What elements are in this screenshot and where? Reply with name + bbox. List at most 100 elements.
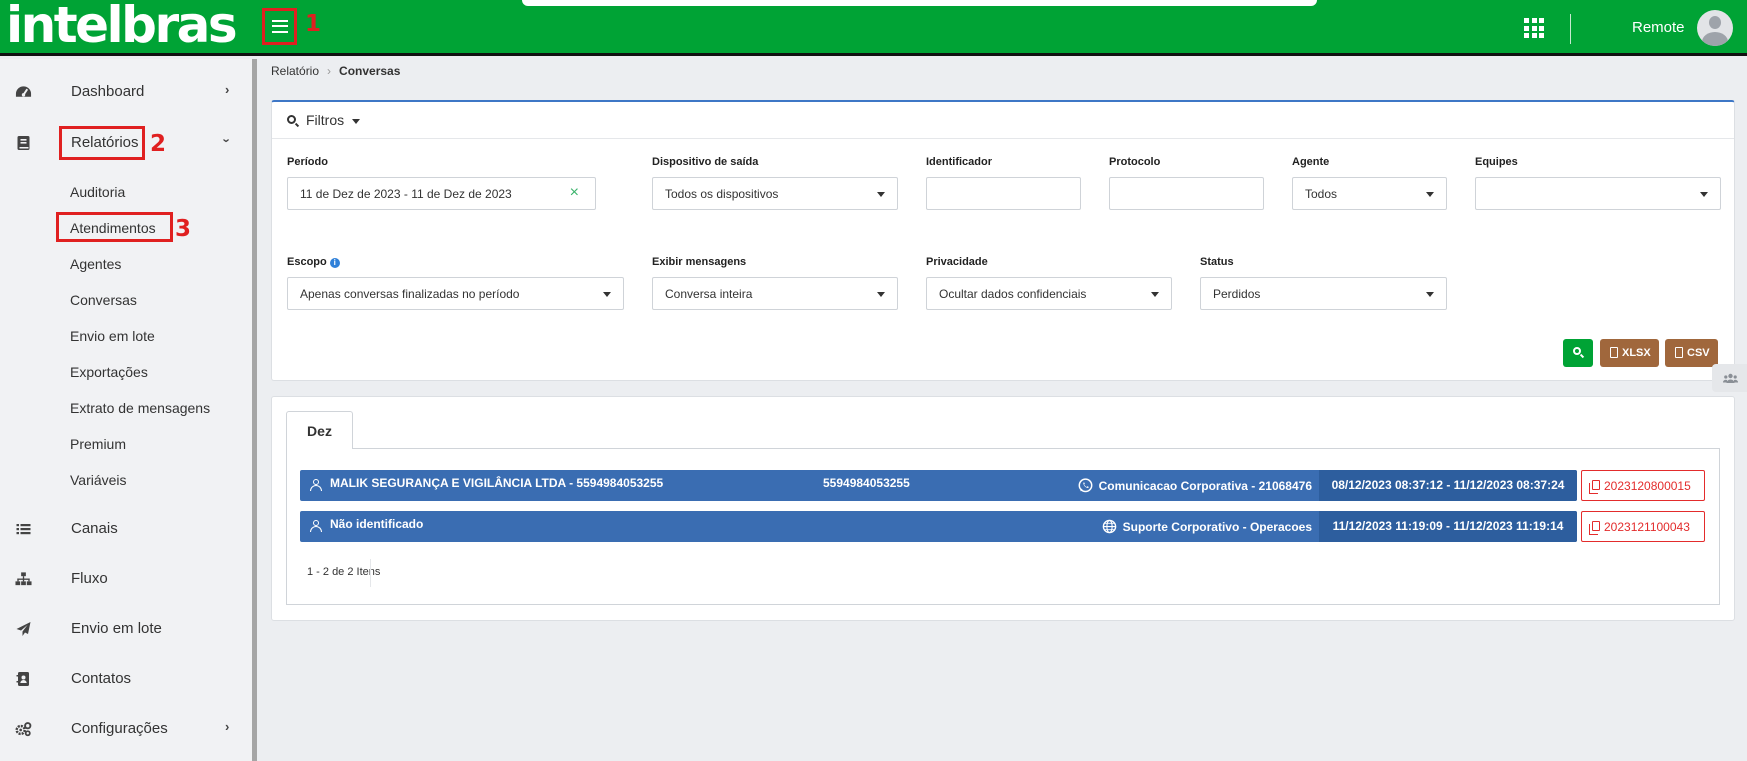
escopo-label: Escopo i	[287, 256, 340, 268]
top-divider	[1570, 14, 1571, 44]
copy-icon	[1589, 521, 1600, 535]
file-excel-icon	[1610, 347, 1618, 358]
chevron-right-icon: ›	[225, 719, 230, 734]
sidebar-item-canais[interactable]: Canais	[0, 514, 252, 544]
sidebar-item-label: Fluxo	[71, 570, 108, 587]
user-icon	[310, 479, 322, 491]
cogs-icon	[15, 722, 32, 737]
protocol-button[interactable]: 2023120800015	[1581, 470, 1705, 501]
sidebar-item-label: Dashboard	[71, 83, 145, 100]
intelbras-logo[interactable]: intelbras	[6, 0, 238, 53]
sidebar-item-fluxo[interactable]: Fluxo	[0, 564, 252, 594]
sidebar-item-dashboard[interactable]: Dashboard ›	[0, 77, 252, 107]
protocol-value: 2023121100043	[1604, 520, 1690, 534]
caret-down-icon	[1426, 292, 1434, 297]
search-button[interactable]	[1563, 339, 1593, 367]
equipes-select[interactable]	[1475, 177, 1721, 210]
info-icon[interactable]: i	[329, 258, 340, 268]
breadcrumb-parent[interactable]: Relatório	[271, 64, 319, 78]
export-csv-label: CSV	[1687, 347, 1710, 359]
paper-plane-icon	[16, 622, 31, 636]
escopo-value: Apenas conversas finalizadas no período	[300, 287, 520, 301]
sidebar-item-envio-em-lote[interactable]: Envio em lote	[0, 614, 252, 644]
sidebar-item-contatos[interactable]: Contatos	[0, 664, 252, 694]
filters-title: Filtros	[306, 112, 361, 128]
avatar[interactable]	[1697, 10, 1733, 46]
sidebar-item-label: Envio em lote	[71, 620, 162, 637]
status-value: Perdidos	[1213, 287, 1261, 301]
privacidade-select[interactable]: Ocultar dados confidenciais	[926, 277, 1172, 310]
filters-panel: Filtros Período 11 de Dez de 2023 - 11 d…	[271, 100, 1735, 381]
clear-icon[interactable]: ×	[570, 184, 579, 202]
conversation-row[interactable]: MALIK SEGURANÇA E VIGILÂNCIA LTDA - 5594…	[300, 470, 1577, 501]
dispositivo-value: Todos os dispositivos	[665, 187, 779, 201]
periodo-value: 11 de Dez de 2023 - 11 de Dez de 2023	[300, 187, 512, 201]
conversation-row[interactable]: Não identificado Suporte Corporativo - O…	[300, 511, 1577, 542]
conversation-channel: Comunicacao Corporativa - 21068476	[1078, 478, 1312, 493]
sidebar-item-configuracoes[interactable]: Configurações ›	[0, 714, 252, 744]
sidebar-subitem-exportacoes[interactable]: Exportações	[70, 364, 148, 380]
copy-icon	[1589, 480, 1600, 494]
tab-panel-dez: MALIK SEGURANÇA E VIGILÂNCIA LTDA - 5594…	[286, 448, 1720, 605]
export-xlsx-button[interactable]: XLSX	[1600, 339, 1659, 367]
annotation-box-relatorios	[59, 126, 145, 160]
agente-label: Agente	[1292, 156, 1330, 168]
breadcrumb-separator: ›	[327, 64, 332, 78]
address-book-icon	[16, 672, 29, 686]
agente-select[interactable]: Todos	[1292, 177, 1447, 210]
globe-icon	[1102, 519, 1116, 534]
exibir-mensagens-select[interactable]: Conversa inteira	[652, 277, 898, 310]
pagination-divider	[370, 559, 371, 587]
dispositivo-select[interactable]: Todos os dispositivos	[652, 177, 898, 210]
menu-toggle-button[interactable]	[262, 8, 297, 45]
identificador-input[interactable]	[926, 177, 1081, 210]
protocol-button[interactable]: 2023121100043	[1581, 511, 1705, 542]
caret-down-icon	[1700, 192, 1708, 197]
protocolo-input[interactable]	[1109, 177, 1264, 210]
conversation-contact-name: MALIK SEGURANÇA E VIGILÂNCIA LTDA - 5594…	[330, 476, 664, 490]
protocolo-label: Protocolo	[1109, 156, 1161, 168]
caret-down-icon	[1426, 192, 1434, 197]
privacidade-value: Ocultar dados confidenciais	[939, 287, 1087, 301]
status-select[interactable]: Perdidos	[1200, 277, 1447, 310]
exibir-mensagens-label: Exibir mensagens	[652, 256, 747, 268]
sidebar-subitem-extrato-de-mensagens[interactable]: Extrato de mensagens	[70, 400, 210, 416]
user-icon	[310, 520, 322, 532]
periodo-label: Período	[287, 156, 328, 168]
escopo-select[interactable]: Apenas conversas finalizadas no período	[287, 277, 624, 310]
conversation-channel-name: Comunicacao Corporativa - 21068476	[1098, 478, 1312, 493]
annotation-2: 2	[150, 131, 167, 157]
periodo-date-range-input[interactable]: 11 de Dez de 2023 - 11 de Dez de 2023 ×	[287, 177, 596, 210]
sidebar-subitem-auditoria[interactable]: Auditoria	[70, 184, 125, 200]
sidebar: Dashboard › Relatórios › 2 Auditoria Ate…	[0, 59, 252, 761]
conversation-dates: 11/12/2023 11:19:09 - 11/12/2023 11:19:1…	[1319, 511, 1577, 542]
conversation-phone: 5594984053255	[823, 476, 910, 490]
file-icon	[1675, 347, 1683, 358]
sidebar-subitem-conversas[interactable]: Conversas	[70, 292, 137, 308]
filters-header[interactable]: Filtros	[272, 102, 1734, 139]
search-icon	[1573, 347, 1581, 355]
caret-down-icon	[352, 118, 361, 124]
conversation-channel-name: Suporte Corporativo - Operacoes	[1122, 519, 1312, 534]
search-bar[interactable]	[522, 0, 1317, 6]
sidebar-subitem-premium[interactable]: Premium	[70, 436, 126, 452]
user-name[interactable]: Remote	[1632, 19, 1685, 36]
privacidade-label: Privacidade	[926, 256, 988, 268]
equipes-label: Equipes	[1475, 156, 1518, 168]
floating-agents-tab[interactable]	[1712, 364, 1747, 392]
book-icon	[17, 136, 30, 150]
search-icon	[287, 115, 296, 124]
sidebar-subitem-variaveis[interactable]: Variáveis	[70, 472, 127, 488]
tab-dez[interactable]: Dez	[286, 411, 353, 449]
sidebar-subitem-envio-em-lote[interactable]: Envio em lote	[70, 328, 155, 344]
list-icon	[16, 524, 31, 535]
conversation-contact-name: Não identificado	[330, 517, 424, 531]
apps-grid-icon[interactable]	[1524, 18, 1544, 38]
export-csv-button[interactable]: CSV	[1665, 339, 1718, 367]
caret-down-icon	[1151, 292, 1159, 297]
dashboard-icon	[15, 86, 32, 97]
breadcrumb-current: Conversas	[339, 64, 401, 78]
chevron-down-icon: ›	[219, 138, 235, 143]
caret-down-icon	[877, 192, 885, 197]
sidebar-subitem-agentes[interactable]: Agentes	[70, 256, 121, 272]
